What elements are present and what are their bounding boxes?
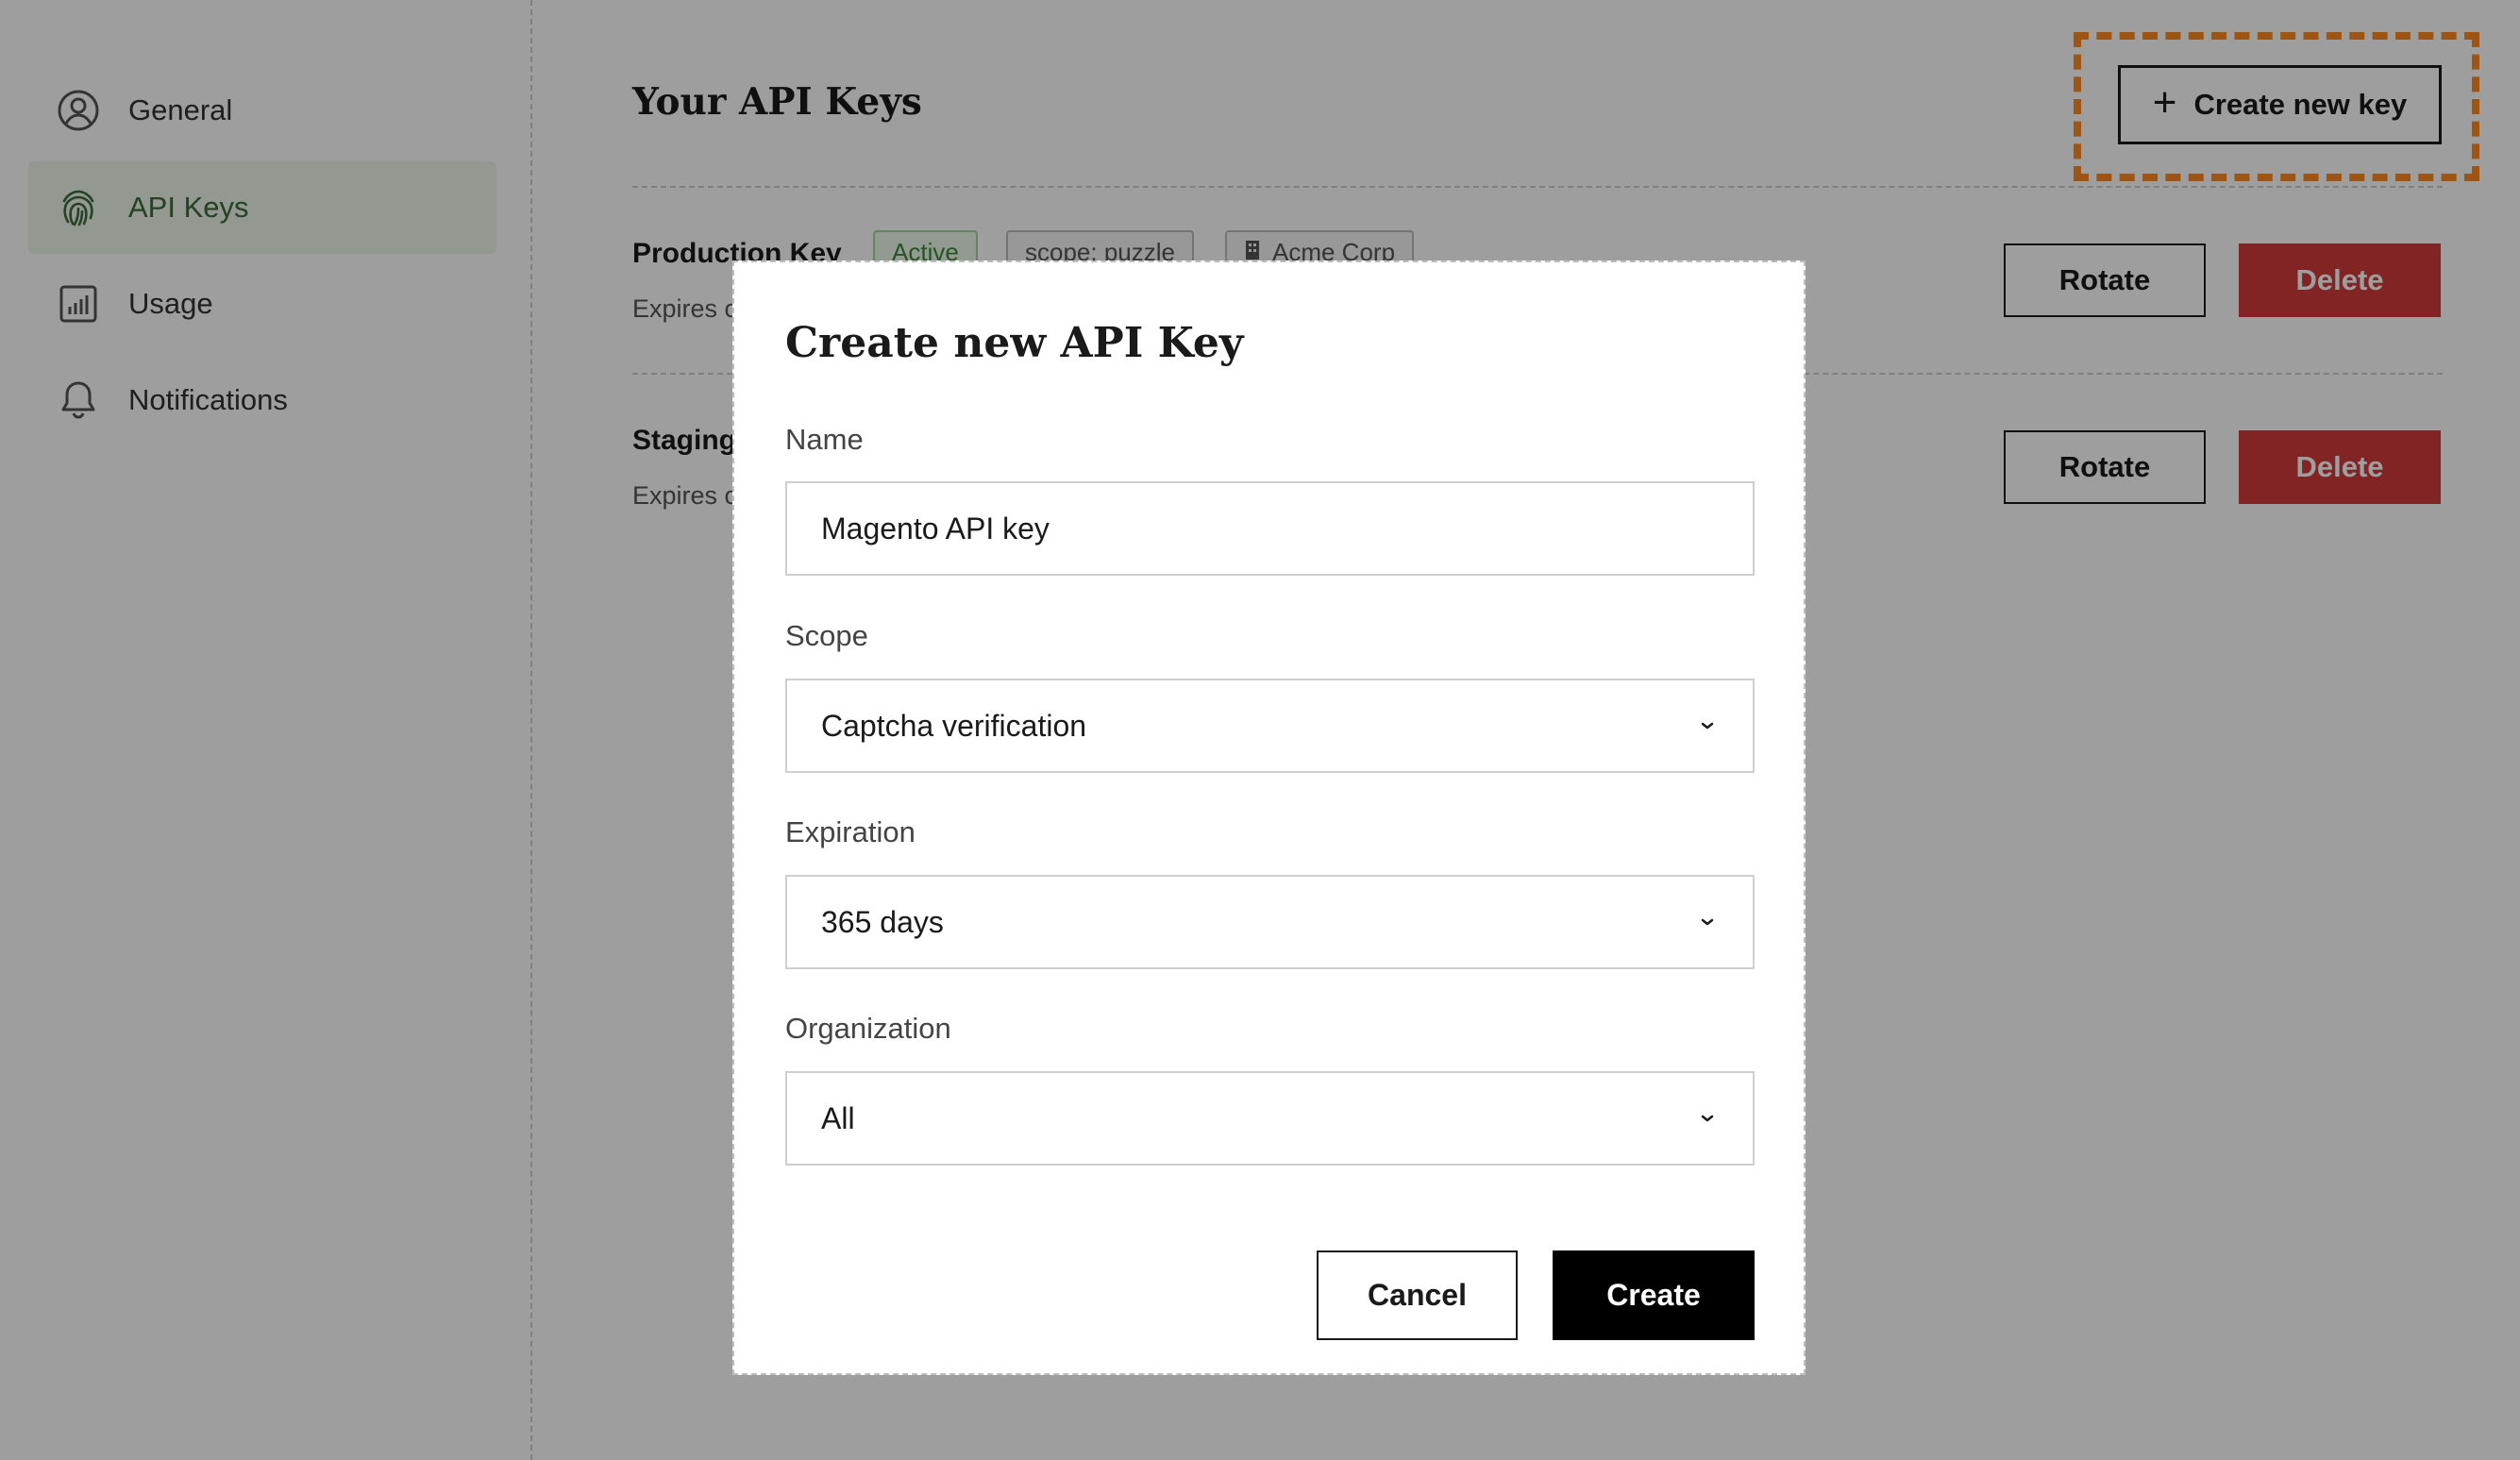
expiration-label: Expiration [785, 815, 916, 848]
scope-select[interactable]: Captcha verification [785, 679, 1755, 773]
scope-label: Scope [785, 619, 868, 652]
page: General API Keys Usage Notifications You… [0, 0, 2520, 1460]
dialog-title: Create new API Key [785, 319, 1244, 367]
name-label: Name [785, 423, 864, 456]
organization-select-value: All [821, 1100, 855, 1135]
chevron-down-icon [1696, 714, 1719, 737]
expiration-select[interactable]: 365 days [785, 875, 1755, 969]
create-button[interactable]: Create [1553, 1250, 1755, 1340]
name-input[interactable]: Magento API key [785, 481, 1755, 576]
cancel-button[interactable]: Cancel [1317, 1250, 1518, 1340]
name-input-value: Magento API key [821, 511, 1050, 545]
chevron-down-icon [1696, 1107, 1719, 1130]
organization-select[interactable]: All [785, 1071, 1755, 1166]
expiration-select-value: 365 days [821, 904, 944, 939]
organization-label: Organization [785, 1012, 951, 1045]
scope-select-value: Captcha verification [821, 708, 1087, 743]
chevron-down-icon [1696, 911, 1719, 933]
create-api-key-dialog: Create new API Key Name Magento API key … [732, 260, 1806, 1375]
